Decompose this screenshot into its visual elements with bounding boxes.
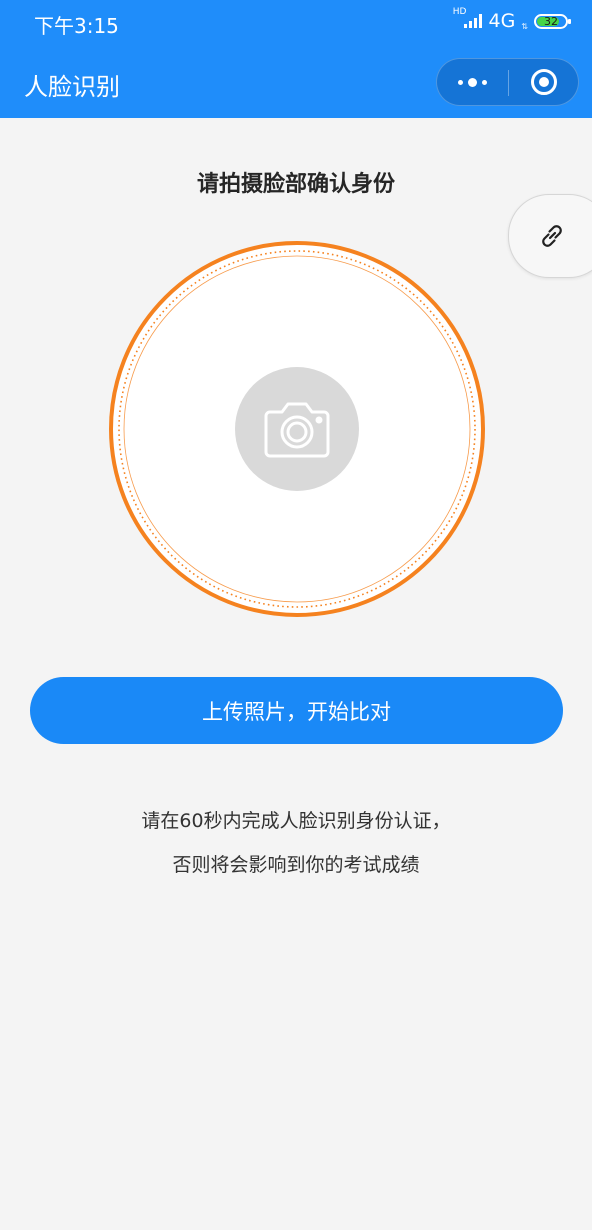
status-indicators: HD 4G ⇅ 32 [452,7,571,32]
close-mini-program-button[interactable] [509,59,579,105]
network-type: 4G [488,10,516,32]
mini-program-capsule [436,58,579,106]
upload-compare-button[interactable]: 上传照片，开始比对 [30,677,563,744]
notice-line-1: 请在60秒内完成人脸识别身份认证， [141,810,451,832]
link-float-button[interactable] [508,194,592,278]
instruction-heading: 请拍摄脸部确认身份 [196,172,395,197]
top-bar: 下午3:15 HD 4G ⇅ 32 人脸识别 [0,0,592,118]
data-arrows-icon: ⇅ [521,21,528,31]
battery-icon: 32 [534,13,571,29]
more-button[interactable] [437,59,507,105]
battery-level: 32 [544,14,558,28]
target-close-icon [531,69,557,95]
status-time: 下午3:15 [34,14,119,38]
photo-capture-area[interactable] [108,240,486,618]
signal-icon [464,14,483,28]
hd-label: HD [452,7,467,17]
notice-line-2: 否则将会影响到你的考试成绩 [172,854,420,876]
link-icon [542,225,562,247]
page-title: 人脸识别 [24,73,120,101]
